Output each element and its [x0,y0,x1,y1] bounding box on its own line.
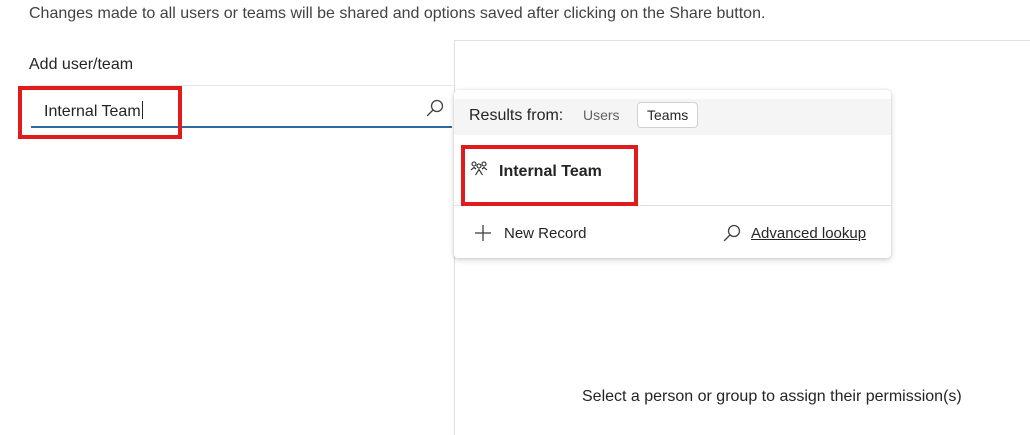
plus-icon [475,225,491,241]
search-icon [723,224,741,242]
permissions-empty-message: Select a person or group to assign their… [582,388,962,405]
advanced-lookup-label: Advanced lookup [751,224,867,242]
new-record-label: New Record [504,224,587,242]
result-highlight-box [461,145,638,206]
search-input-highlight-box [18,86,182,139]
new-record-button[interactable]: New Record [474,221,587,245]
add-user-team-label: Add user/team [29,56,134,73]
filter-users-button[interactable]: Users [577,102,626,128]
search-icon[interactable] [425,98,445,118]
share-notice: Changes made to all users or teams will … [29,5,766,22]
share-dialog: Changes made to all users or teams will … [0,0,1030,435]
filter-teams-button[interactable]: Teams [637,102,699,128]
top-divider [454,40,1030,41]
advanced-lookup-link[interactable]: Advanced lookup [722,221,866,245]
results-from-label: Results from: [469,107,564,124]
